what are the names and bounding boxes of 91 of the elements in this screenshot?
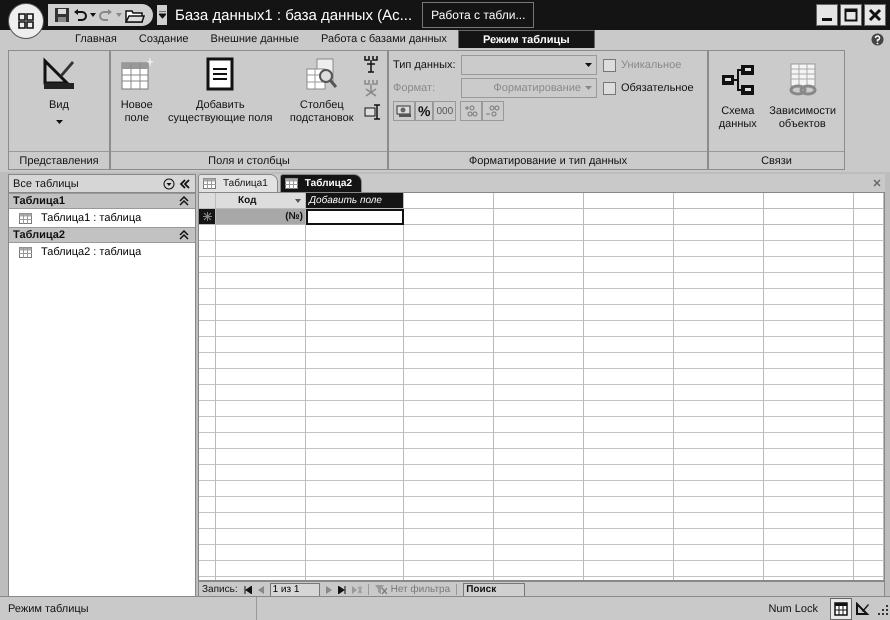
column-header[interactable]: Код [216,193,306,209]
record-position-field[interactable]: 1 из 1 [270,582,320,596]
undo-icon[interactable] [73,8,87,22]
new-record-icon [202,212,212,221]
caret-icon[interactable] [295,198,301,202]
ribbon-tab[interactable]: Работа с базами данных [310,30,458,48]
checkbox: Уникальное [603,58,682,72]
window-title: База данных1 : база данных (Ac... [175,6,412,24]
decrease-decimals-button[interactable] [482,101,504,121]
help-icon[interactable] [871,32,884,46]
group-title: Таблица2 [13,229,66,241]
decimals-icon [463,104,480,118]
format-button[interactable]: 000 [433,101,456,121]
contextual-tab-title: Работа с табли... [422,2,534,28]
format-button[interactable]: % [415,101,434,121]
close-button[interactable] [864,4,886,26]
collapse-icon[interactable] [179,178,191,188]
maximize-button[interactable] [840,4,862,26]
field-label: Тип данных: [393,59,457,71]
previous-record-icon [258,586,264,594]
datasheet-view-icon [834,602,848,616]
ribbon-tab[interactable]: Внешние данные [200,30,310,48]
view-button[interactable] [830,598,852,620]
table-icon [203,178,216,189]
status-indicator: Num Lock [768,602,818,614]
maximize-icon [844,8,858,22]
table-icon [19,246,32,258]
currency-format-button[interactable] [393,101,415,121]
table-cell: (№) [216,209,306,225]
group-label: Форматирование и тип данных [389,151,707,169]
diagram-icon [720,63,755,97]
close-icon [868,8,882,22]
ribbon-tab[interactable]: Создание [128,30,200,48]
search-field[interactable]: Поиск [463,582,526,596]
ruler-triangle-icon [42,57,76,91]
next-record-icon [326,586,332,594]
redo-icon [99,8,113,22]
office-logo-icon [17,12,35,30]
resize-grip-icon[interactable] [876,602,888,614]
minimize-button[interactable] [816,4,838,26]
column-header[interactable]: Добавить поле [306,193,404,209]
money-icon [396,104,412,118]
table-icon [284,178,298,189]
customize-toolbar-button[interactable] [157,5,167,25]
ribbon-button[interactable]: Столбец подстановок [282,55,361,127]
table-cell[interactable] [306,209,404,225]
status-text: Режим таблицы [8,602,89,614]
table-magnifier-icon [304,57,339,91]
first-record-icon[interactable] [244,586,252,594]
caret-icon [585,86,592,90]
table-icon [19,212,32,224]
group-title: Таблица1 [13,195,66,207]
document-icon [205,57,236,91]
caret-icon[interactable] [90,13,96,17]
checkbox[interactable]: Обязательное [603,82,694,94]
design-view-icon [856,602,870,616]
ribbon-button[interactable]: Новое поле [116,55,158,127]
record-label: Запись: [202,584,238,595]
field-label: Формат: [393,82,436,94]
table-cell [854,193,884,209]
close-icon[interactable] [873,179,881,187]
ribbon-tab[interactable]: Режим таблицы [458,30,595,48]
document-tab[interactable]: Таблица2 [280,174,362,192]
minimize-icon [822,18,832,20]
ribbon-tab[interactable]: Главная [64,30,128,48]
office-button[interactable] [8,3,44,39]
increase-decimals-button[interactable] [460,101,482,121]
new-record-icon [352,586,362,594]
group-label: Поля и столбцы [111,151,387,169]
delete-column-icon [364,79,378,97]
table-icon [120,57,154,91]
circle-caret-icon[interactable] [163,178,175,190]
ribbon-button[interactable]: Добавить существующие поля [161,55,280,127]
save-icon[interactable] [54,7,70,23]
ribbon-button[interactable]: Вид [36,55,82,126]
decimals-icon [485,104,502,118]
filter-off-icon [374,584,387,594]
row-selector[interactable] [199,209,216,225]
ribbon-button[interactable]: Схема данных [714,61,761,133]
rename-column-icon[interactable] [364,103,382,121]
caret-icon [158,11,166,19]
ribbon-button[interactable]: Зависимости объектов [766,61,838,133]
group-label: Связи [709,151,844,169]
insert-column-icon[interactable] [364,55,378,73]
last-record-icon[interactable] [338,586,346,594]
caret-icon [585,63,592,67]
group-header[interactable]: Таблица2 [9,227,195,243]
caret-icon [116,13,122,17]
group-header[interactable]: Таблица1 [9,193,195,209]
document-tab[interactable]: Таблица1 [198,174,278,192]
group-label: Представления [9,151,109,169]
